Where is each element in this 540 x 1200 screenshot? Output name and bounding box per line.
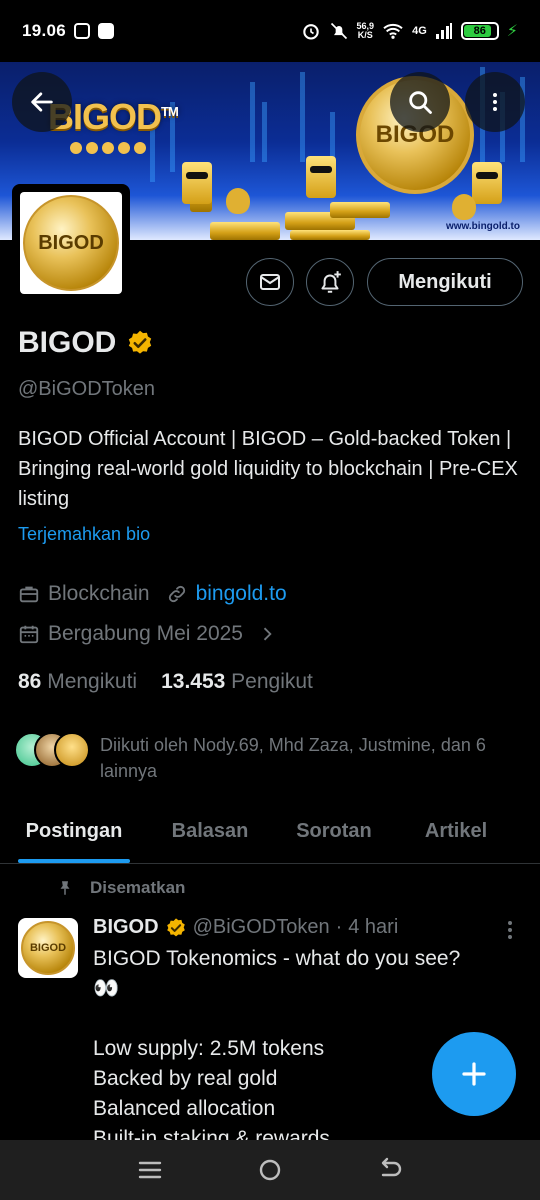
profile-meta-row: Blockchain bingold.to: [18, 582, 287, 606]
translate-bio-link[interactable]: Terjemahkan bio: [18, 524, 150, 545]
following-button[interactable]: Mengikuti: [367, 258, 523, 306]
profile-name-row: BIGOD: [18, 326, 154, 360]
search-button[interactable]: [390, 72, 450, 132]
tab-artikel[interactable]: Artikel: [418, 800, 494, 863]
gold-bar: [290, 230, 370, 240]
verified-badge-icon: [166, 917, 185, 936]
search-icon: [409, 91, 432, 114]
charging-icon: ⚡: [506, 23, 518, 40]
chevron-right-icon: [263, 627, 272, 641]
network-speed: 56,9 K/S: [356, 21, 375, 40]
post-author-handle[interactable]: @BiGODToken: [193, 916, 330, 939]
active-tab-indicator: [18, 859, 130, 863]
post-separator: ·: [335, 916, 343, 938]
home-icon[interactable]: [257, 1157, 283, 1183]
status-time: 19.06: [22, 21, 67, 40]
profile-handle: @BiGODToken: [18, 378, 156, 400]
back-button[interactable]: [12, 72, 72, 132]
tab-balasan[interactable]: Balasan: [166, 800, 254, 863]
profile-bio: BIGOD Official Account | BIGOD – Gold-ba…: [18, 428, 518, 510]
joined-date: Bergabung Mei 2025: [48, 622, 243, 645]
mascot: [182, 162, 212, 204]
banner-url: www.bingold.to: [445, 221, 520, 232]
recent-apps-icon[interactable]: [137, 1158, 163, 1182]
link-icon: [168, 585, 185, 603]
profile-tabs: Postingan Balasan Sorotan Artikel: [0, 800, 540, 864]
more-vertical-icon: [493, 93, 497, 111]
message-button[interactable]: [246, 258, 294, 306]
signal-icon: [435, 23, 452, 39]
avatar-coin-text: BIGOD: [38, 231, 104, 254]
pinned-label: Disematkan: [90, 878, 186, 897]
banner-social-icons: [70, 142, 146, 154]
money-bag: [452, 194, 476, 220]
gold-bar: [330, 202, 390, 218]
followed-by-text: Diikuti oleh Nody.69, Mhd Zaza, Justmine…: [100, 735, 486, 781]
gold-bar: [210, 222, 280, 240]
wifi-icon: [383, 23, 403, 39]
following-count-link[interactable]: 86 Mengikuti: [18, 670, 137, 694]
post-author-avatar[interactable]: BIGOD: [18, 918, 78, 978]
mute-bell-icon: [330, 22, 347, 40]
battery-indicator: 86: [460, 22, 499, 40]
display-name: BIGOD: [18, 326, 117, 359]
followed-by-row[interactable]: Diikuti oleh Nody.69, Mhd Zaza, Justmine…: [14, 732, 540, 784]
notification-app-icon: [74, 23, 91, 39]
notify-button[interactable]: [306, 258, 354, 306]
network-type: 4G: [412, 25, 427, 37]
calendar-icon: [19, 625, 39, 644]
system-nav-bar: [0, 1140, 540, 1200]
follower-avatar: [54, 732, 90, 768]
post-author-name[interactable]: BIGOD: [93, 916, 159, 939]
more-options-button[interactable]: [465, 72, 525, 132]
money-bag: [226, 188, 250, 214]
verified-badge-icon[interactable]: [126, 329, 154, 357]
post-more-button[interactable]: [500, 918, 520, 947]
mail-icon: [260, 274, 280, 290]
post-header: BIGOD @BiGODToken · 4 hari: [93, 916, 398, 939]
pin-icon: [60, 881, 70, 895]
follow-counts: 86 Mengikuti 13.453 Pengikut: [18, 670, 313, 694]
website-link[interactable]: bingold.to: [196, 582, 287, 606]
plus-icon: [462, 1062, 486, 1086]
more-vertical-icon: [508, 921, 512, 939]
back-arrow-icon: [31, 92, 53, 112]
status-bar: 19.06 56,9 K/S 4G 86 ⚡: [0, 0, 540, 62]
tab-sorotan[interactable]: Sorotan: [290, 800, 378, 863]
back-nav-icon[interactable]: [377, 1157, 403, 1183]
followers-count-link[interactable]: 13.453 Pengikut: [161, 670, 313, 694]
alarm-icon: [302, 24, 319, 40]
compose-post-button[interactable]: [432, 1032, 516, 1116]
tab-postingan[interactable]: Postingan: [18, 800, 130, 863]
post-time[interactable]: 4 hari: [348, 916, 398, 939]
joined-row[interactable]: Bergabung Mei 2025: [18, 622, 277, 646]
post-avatar-coin-text: BIGOD: [29, 942, 67, 954]
profile-category: Blockchain: [48, 582, 150, 605]
mascot: [306, 156, 336, 198]
bell-plus-icon: [321, 271, 341, 293]
mascot: [472, 162, 502, 204]
briefcase-icon: [19, 586, 39, 603]
profile-avatar[interactable]: BIGOD: [12, 184, 130, 302]
notification-app-icon-2: [98, 23, 115, 39]
pinned-label-row: Disematkan: [56, 878, 185, 898]
